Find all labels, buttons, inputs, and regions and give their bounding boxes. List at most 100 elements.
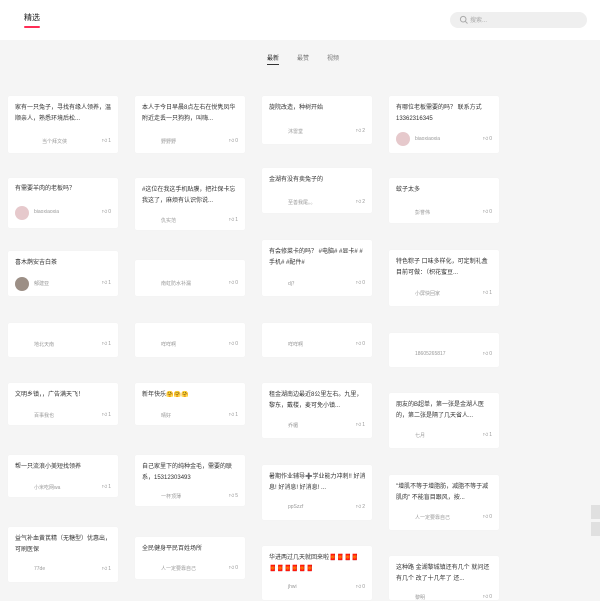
tab-latest[interactable]: 最新: [267, 53, 280, 65]
post-author[interactable]: 至善我尾。。: [288, 199, 316, 206]
post-card[interactable]: 有会修菜卡的吗？ #电脑# #显卡# #手机# #配件# dj？ 👍︎ 0: [262, 240, 372, 296]
like-button[interactable]: 👍︎ 1: [102, 280, 111, 286]
post-author[interactable]: 野野野: [161, 138, 176, 145]
post-author[interactable]: 沐雷堂: [288, 128, 303, 135]
post-card[interactable]: 本人于今日早晨8点左右在悦隽凤华附近走丢一只狗狗，叫嗨... 野野野 👍︎ 0: [135, 96, 245, 153]
post-card[interactable]: 金湖有没有卖兔子的 至善我尾。。 👍︎ 2: [262, 168, 372, 213]
post-card[interactable]: 蚊子太多 彭誉伟 👍︎ 0: [389, 178, 499, 223]
post-author[interactable]: biaoxiaoxia: [415, 136, 440, 142]
search-input[interactable]: [468, 13, 582, 29]
thumb-up-icon: 👍︎: [482, 351, 489, 357]
thumb-up-icon: 👍︎: [228, 138, 235, 144]
like-button[interactable]: 👍︎ 1: [102, 484, 111, 490]
post-card[interactable]: 特色粽子 口味多样化，可定制礼盒 目前可做：（枳花蜜豆... 小屏快回家 👍︎ 1: [389, 250, 499, 306]
avatar[interactable]: [15, 277, 29, 291]
like-button[interactable]: 👍︎ 2: [356, 504, 365, 510]
post-author[interactable]: 小米吃网wa: [34, 484, 60, 491]
like-button[interactable]: 👍︎ 0: [483, 351, 492, 357]
post-title: 华进两过几天就回来啦🧧🧧🧧🧧🧧🧧🧧🧧🧧🧧: [269, 555, 359, 572]
like-button[interactable]: 👍︎ 0: [483, 209, 492, 215]
like-button[interactable]: 👍︎ 1: [102, 341, 111, 347]
like-button[interactable]: 👍︎ 0: [483, 514, 492, 520]
post-author[interactable]: 百事我也: [34, 412, 54, 419]
like-count: 0: [489, 594, 492, 600]
like-button[interactable]: 👍︎ 1: [229, 412, 238, 418]
post-card[interactable]: 益气补血黄芪精（无糖型）优惠出，可刷医保 77de 👍︎ 1: [8, 527, 118, 582]
like-button[interactable]: 👍︎ 1: [102, 138, 111, 144]
back-to-top-button[interactable]: [591, 505, 600, 519]
post-author[interactable]: dj？: [288, 280, 297, 287]
post-author[interactable]: 人一定要靠自己: [415, 514, 450, 521]
post-card[interactable]: 朋友的B超单，第一张是金湖人医的，第二张是隔了几天省人... 七月 👍︎ 1: [389, 393, 499, 448]
post-card[interactable]: #这位在我这手机贴膜，把社保卡忘我这了，麻烦有认识你说... 仇实范 👍︎ 1: [135, 178, 245, 230]
like-button[interactable]: 👍︎ 0: [229, 138, 238, 144]
post-card[interactable]: 自己家里下的纯种金毛，需要的联系，15312303493 一杯顶薄 👍︎ 5: [135, 455, 245, 506]
post-author[interactable]: 咩咩啊: [288, 341, 303, 348]
like-button[interactable]: 👍︎ 0: [102, 209, 111, 215]
post-card[interactable]: 喜木鹊安吉白茶 郁建亚 👍︎ 1: [8, 251, 118, 296]
page-title[interactable]: 精选: [24, 12, 40, 23]
post-author[interactable]: 七月: [415, 432, 425, 439]
post-card[interactable]: 新年快乐🤗🤗🤗 晴好 👍︎ 1: [135, 383, 245, 425]
post-card[interactable]: 有需要羊肉的老板吗？ biaoxiaoxia 👍︎ 0: [8, 178, 118, 228]
post-card[interactable]: 地北天南 👍︎ 1: [8, 323, 118, 357]
post-author[interactable]: 乔楣: [288, 422, 298, 429]
post-author[interactable]: ppSzzf: [288, 504, 303, 510]
post-author[interactable]: 人一定要靠自己: [161, 565, 196, 572]
post-card[interactable]: 南虹防水补漏 👍︎ 0: [135, 260, 245, 296]
like-button[interactable]: 👍︎ 0: [356, 280, 365, 286]
post-card[interactable]: 旋院改造，种树开始 沐雷堂 👍︎ 2: [262, 96, 372, 144]
post-card[interactable]: 咩咩啊 👍︎ 0: [262, 323, 372, 357]
post-card[interactable]: 全民健身平民百姓场所 人一定要靠自己 👍︎ 0: [135, 537, 245, 579]
post-card[interactable]: 这种路 金湖黎城镇还有几个 就问还有几个 改了十几年了 还... 黎明 👍︎ 0: [389, 556, 499, 601]
avatar[interactable]: [396, 132, 410, 146]
post-card[interactable]: 华进两过几天就回来啦🧧🧧🧧🧧🧧🧧🧧🧧🧧🧧 jhwi 👍︎ 0: [262, 546, 372, 600]
like-button[interactable]: 👍︎ 0: [229, 565, 238, 571]
tab-video[interactable]: 视频: [327, 53, 339, 62]
post-author[interactable]: 彭誉伟: [415, 209, 430, 216]
avatar[interactable]: [15, 206, 29, 220]
post-author[interactable]: 77de: [34, 566, 45, 572]
like-button[interactable]: 👍︎ 2: [356, 128, 365, 134]
post-author[interactable]: 仇实范: [161, 217, 176, 224]
like-button[interactable]: 👍︎ 2: [356, 199, 365, 205]
post-author[interactable]: 郁建亚: [34, 280, 49, 287]
post-card[interactable]: 咩咩啊 👍︎ 0: [135, 323, 245, 357]
feedback-button[interactable]: [591, 522, 600, 536]
like-button[interactable]: 👍︎ 5: [229, 493, 238, 499]
post-card[interactable]: 18605265817 👍︎ 0: [389, 333, 499, 367]
post-card[interactable]: 有哪位老板需要的吗？ 联系方式13362316345 biaoxiaoxia 👍…: [389, 96, 499, 153]
post-author[interactable]: 晴好: [161, 412, 171, 419]
like-button[interactable]: 👍︎ 1: [102, 412, 111, 418]
like-count: 1: [108, 566, 111, 572]
like-button[interactable]: 👍︎ 1: [483, 432, 492, 438]
post-author[interactable]: 咩咩啊: [161, 341, 176, 348]
post-author[interactable]: biaoxiaoxia: [34, 209, 59, 215]
like-button[interactable]: 👍︎ 0: [356, 584, 365, 590]
post-card[interactable]: 家有一只兔子，寻找有缘人领养，温顺亲人，熟悉环境后松... 当个拜文侠 👍︎ 1: [8, 96, 118, 153]
like-button[interactable]: 👍︎ 0: [356, 341, 365, 347]
like-button[interactable]: 👍︎ 1: [229, 217, 238, 223]
like-button[interactable]: 👍︎ 0: [483, 594, 492, 600]
post-author[interactable]: 南虹防水补漏: [161, 280, 191, 287]
like-button[interactable]: 👍︎ 0: [229, 280, 238, 286]
post-author[interactable]: 一杯顶薄: [161, 493, 181, 500]
tab-most-liked[interactable]: 最赞: [297, 53, 309, 62]
like-button[interactable]: 👍︎ 1: [356, 422, 365, 428]
like-count: 0: [235, 565, 238, 571]
like-button[interactable]: 👍︎ 1: [102, 566, 111, 572]
post-author[interactable]: 地北天南: [34, 341, 54, 348]
post-author[interactable]: jhwi: [288, 584, 297, 590]
search-box[interactable]: [450, 12, 587, 29]
like-button[interactable]: 👍︎ 0: [483, 136, 492, 142]
post-card[interactable]: 租金湖南边最近8公里左右。九里，黎东，戴楼，麦可免小镇... 乔楣 👍︎ 1: [262, 383, 372, 438]
post-author[interactable]: 当个拜文侠: [42, 138, 67, 145]
post-author[interactable]: 18605265817: [415, 351, 446, 357]
post-card[interactable]: 暑期作业辅导➕学业能力冲刺!! 好消息! 好消息! 好消息! ... ppSzz…: [262, 465, 372, 520]
like-button[interactable]: 👍︎ 0: [229, 341, 238, 347]
post-card[interactable]: 帮一只流浪小美短找领养 小米吃网wa 👍︎ 1: [8, 455, 118, 497]
post-author[interactable]: 小屏快回家: [415, 290, 440, 297]
post-card[interactable]: 文明乡镇，，广告满天飞！ 百事我也 👍︎ 1: [8, 383, 118, 425]
like-button[interactable]: 👍︎ 1: [483, 290, 492, 296]
post-card[interactable]: "增肌不等于增脂肪，减脂不等于减肌肉" 不能盲目跟风，按... 人一定要靠自己 …: [389, 475, 499, 530]
